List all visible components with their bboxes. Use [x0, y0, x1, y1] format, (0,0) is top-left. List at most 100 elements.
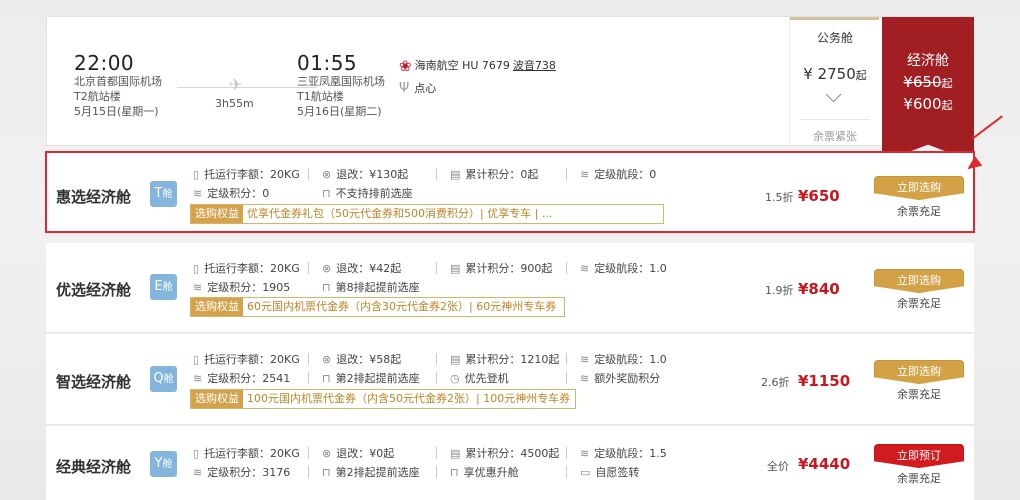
class-suffix: 舱: [163, 374, 174, 385]
seat-availability: 余票充足: [897, 205, 941, 218]
fare-row-q[interactable]: 智选经济舱 Q舱 ▯ 托运行李额：20KG ⊗ 退改：¥58起 ▤ 累计积分：1210…: [46, 334, 974, 425]
refund-text: 退改：¥0起: [336, 447, 395, 460]
refund-text: 退改：¥58起: [336, 353, 402, 366]
arrival-date: 5月16日(星期二): [297, 105, 382, 118]
seat-selection-text: 第2排起提前选座: [335, 372, 420, 385]
level-points-text: 定级积分：2541: [207, 372, 291, 385]
discount-label: 全价: [767, 460, 789, 473]
class-suffix: 舱: [162, 459, 173, 470]
perk-text: 优享代金券礼包（50元代金券和500消费积分）| 优享专车 | ...: [247, 207, 553, 220]
economy-new-price-value: ¥600: [903, 95, 942, 113]
separator: [308, 262, 309, 274]
level-points-icon: ≋: [193, 372, 203, 385]
level-points-text: 定级积分：0: [207, 187, 270, 200]
qualifying-segments: ≋ 定级航段：0: [580, 166, 656, 182]
seat-icon: ⊓: [322, 466, 331, 479]
seat-icon: ⊓: [322, 372, 331, 385]
buy-now-button[interactable]: 立即选购: [874, 360, 964, 384]
seat-icon: ⊓: [322, 187, 331, 200]
separator: [436, 262, 437, 274]
discount-label: 1.9折: [765, 284, 794, 297]
bonus-points: ≋ 额外奖励积分: [580, 370, 660, 386]
class-code: E: [154, 279, 163, 294]
economy-cabin-label: 经济舱: [907, 53, 949, 69]
segments-text: 定级航段：0: [594, 168, 657, 181]
airline-flight-number: 海南航空 HU 7679: [414, 59, 510, 72]
refund-icon: ⊗: [322, 447, 332, 460]
flight-summary-card: 22:00 北京首都国际机场 T2航站楼 5月15日(星期一) ✈ 3h55m …: [46, 16, 974, 162]
points-icon: ▤: [450, 447, 461, 460]
luggage-icon: ▯: [193, 353, 200, 366]
class-badge: Y舱: [150, 451, 177, 477]
separator: [436, 466, 437, 478]
aircraft-type-link[interactable]: 波音738: [513, 59, 556, 72]
business-class-column[interactable]: 公务舱 ¥ 2750起 余票紧张: [789, 17, 879, 145]
chevron-down-icon[interactable]: [825, 86, 842, 103]
points-text: 累计积分：0起: [465, 168, 539, 181]
buy-now-button[interactable]: 立即选购: [874, 269, 964, 293]
seat-selection: ⊓ 第2排起提前选座: [322, 464, 420, 480]
bonus-icon: ≋: [580, 372, 590, 385]
fare-name: 优选经济舱: [56, 281, 132, 299]
buy-now-button[interactable]: 立即选购: [874, 176, 964, 200]
separator: [308, 168, 309, 180]
qualifying-points: ≋ 定级积分：1905: [193, 279, 290, 295]
economy-old-price: ¥650起: [882, 73, 974, 91]
points-icon: ▤: [450, 262, 461, 275]
qualifying-points: ≋ 定级积分：3176: [193, 464, 290, 480]
perk-bar[interactable]: 选购权益 60元国内机票代金券（内含30元代金券2张）| 60元神州专车券: [190, 297, 565, 317]
points-text: 累计积分：900起: [465, 262, 553, 275]
flight-duration: 3h55m: [215, 97, 254, 110]
fare-row-e[interactable]: 优选经济舱 E舱 ▯ 托运行李额：20KG ⊗ 退改：¥42起 ▤ 累计积分：900起…: [46, 243, 974, 333]
fare-name: 惠选经济舱: [56, 188, 132, 206]
business-divider: [800, 119, 870, 120]
points-text: 累计积分：1210起: [465, 353, 560, 366]
qualifying-segments: ≋ 定级航段：1.0: [580, 260, 667, 276]
meal-info: Ψ 点心: [399, 80, 436, 96]
bonus-points-text: 额外奖励积分: [594, 372, 661, 385]
perk-tag: 选购权益: [191, 390, 243, 408]
economy-new-price-suffix: 起: [941, 99, 953, 112]
upgrade-offer-text: 享优惠升舱: [463, 466, 519, 479]
priority-boarding: ◷ 优先登机: [450, 370, 509, 386]
separator: [308, 447, 309, 459]
economy-old-price-value: ¥650: [903, 73, 942, 91]
perk-tag: 选购权益: [191, 298, 243, 316]
separator: [566, 466, 567, 478]
airline-info: ❀ 海南航空 HU 7679 波音738: [399, 57, 556, 75]
accumulated-points: ▤ 累计积分：1210起: [450, 351, 559, 367]
refund-change[interactable]: ⊗ 退改：¥0起: [322, 445, 394, 461]
business-cabin-label: 公务舱: [816, 31, 853, 45]
duration-line: [177, 87, 317, 88]
seat-selection: ⊓ 不支持排前选座: [322, 185, 413, 201]
fare-price: ¥1150: [798, 372, 851, 390]
refund-change[interactable]: ⊗ 退改：¥130起: [322, 166, 408, 182]
fare-row-y[interactable]: 经典经济舱 Y舱 ▯ 托运行李额：20KG ⊗ 退改：¥0起 ▤ 累计积分：4500起…: [46, 426, 974, 500]
separator: [308, 466, 309, 478]
class-suffix: 舱: [162, 282, 173, 293]
perk-text: 60元国内机票代金券（内含30元代金券2张）| 60元神州专车券: [247, 300, 557, 313]
book-now-button[interactable]: 立即预订: [874, 444, 964, 468]
fork-knife-icon: Ψ: [399, 81, 410, 96]
annotation-arrow-line: [971, 115, 1003, 140]
refund-change[interactable]: ⊗ 退改：¥58起: [322, 351, 401, 367]
segments-icon: ≋: [580, 262, 590, 275]
voluntary-endorsement: ▭ 自愿签转: [580, 464, 639, 480]
perk-bar[interactable]: 选购权益 100元国内机票代金券（内含50元代金券2张）| 100元神州专车券: [190, 389, 576, 409]
perk-bar[interactable]: 选购权益 优享代金券礼包（50元代金券和500消费积分）| 优享专车 | ...: [190, 204, 664, 224]
business-price: ¥ 2750起: [790, 65, 880, 83]
airplane-icon: ✈: [229, 75, 243, 94]
level-points-icon: ≋: [193, 466, 203, 479]
seat-selection-text: 第2排起提前选座: [335, 466, 420, 479]
economy-class-ribbon[interactable]: 经济舱 ¥650起 ¥600起: [882, 17, 974, 162]
level-points-text: 定级积分：3176: [207, 466, 291, 479]
refund-change[interactable]: ⊗ 退改：¥42起: [322, 260, 401, 276]
separator: [308, 372, 309, 384]
business-ticket-status: 余票紧张: [813, 130, 857, 143]
fare-name: 智选经济舱: [56, 373, 132, 391]
level-points-icon: ≋: [193, 281, 203, 294]
fare-row-t[interactable]: 惠选经济舱 T舱 ▯ 托运行李额：20KG ⊗ 退改：¥130起 ▤ 累计积分：0起 …: [45, 151, 975, 233]
seat-availability: 余票充足: [897, 388, 941, 401]
refund-icon: ⊗: [322, 168, 332, 181]
upgrade-icon: ⊓: [450, 466, 459, 479]
